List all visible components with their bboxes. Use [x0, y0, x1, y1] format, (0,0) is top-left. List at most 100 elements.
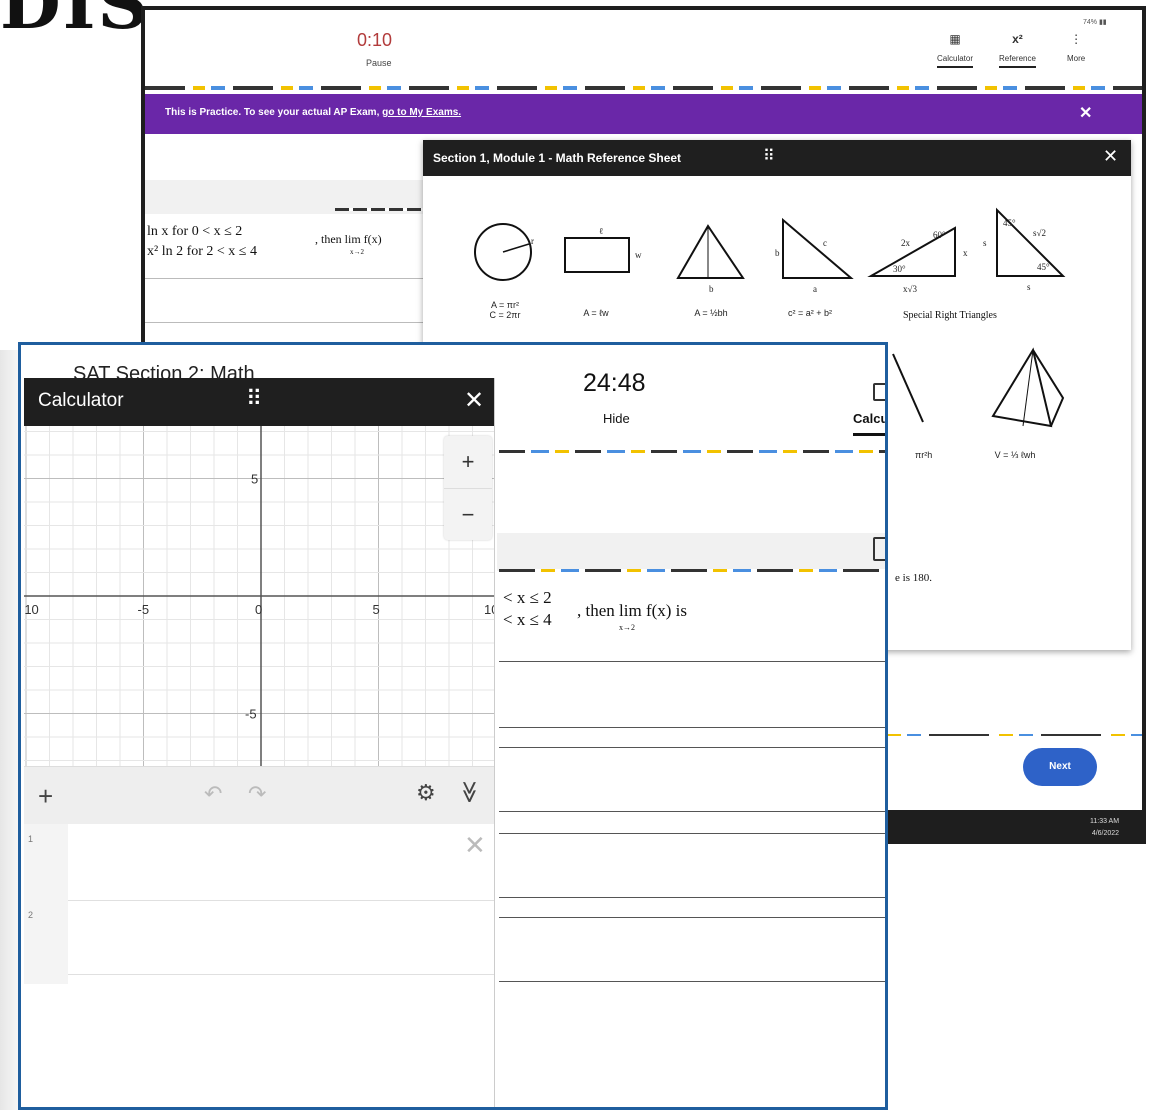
x-tick-label: 0 [255, 602, 262, 617]
pause-button[interactable]: Pause [366, 58, 392, 68]
answer-choice-line[interactable] [499, 811, 885, 812]
tool-label: More [1067, 54, 1086, 63]
progress-dashes [145, 86, 1142, 90]
tool-label: Calculator [937, 54, 974, 63]
answer-choice-line[interactable] [499, 897, 885, 898]
x-tick-label: 5 [373, 602, 380, 617]
reference-close-icon[interactable]: ✕ [1103, 146, 1118, 167]
x-tick-label: -5 [138, 602, 150, 617]
answer-choice-line[interactable] [499, 727, 885, 728]
back-more-tool[interactable]: ⋮ More [1067, 32, 1085, 63]
battery-indicator: 74% ▮▮ [1083, 19, 1107, 26]
svg-text:45°: 45° [1003, 218, 1016, 228]
svg-text:b: b [709, 284, 714, 294]
svg-text:30°: 30° [893, 264, 906, 274]
back-function-text: ln x for 0 < x ≤ 2 x² ln 2 for 2 < x ≤ 4 [147, 224, 257, 259]
delete-expression-icon[interactable]: ✕ [464, 830, 486, 861]
circle-circumference-formula: C = 2πr [489, 310, 521, 320]
front-timer: 24:48 [583, 369, 646, 397]
svg-text:s√2: s√2 [1033, 228, 1046, 238]
answer-choice-line[interactable] [499, 833, 885, 834]
pyramid-figure [991, 347, 1053, 428]
svg-text:x: x [963, 248, 968, 258]
svg-text:ℓ: ℓ [599, 226, 603, 236]
rectangle-figure [564, 237, 630, 273]
expression-list: 1 2 ✕ [24, 824, 494, 1107]
back-calculator-tool[interactable]: ▦ Calculator [937, 32, 974, 68]
rectangle-area-formula: A = ℓw [583, 308, 609, 318]
tool-label: Reference [999, 54, 1036, 63]
question-header-bar [497, 533, 885, 571]
expression-input[interactable] [68, 901, 494, 973]
svg-text:s: s [1027, 282, 1031, 292]
back-limit-text: , then lim f(x) [315, 232, 382, 246]
svg-text:c: c [823, 238, 827, 248]
answer-choice-line[interactable] [499, 981, 885, 982]
reference-note-text: e is 180. [895, 572, 932, 584]
my-exams-link[interactable]: go to My Exams. [382, 107, 461, 118]
limit-text: , then lim f(x) is [577, 601, 688, 620]
x-tick-label: -10 [24, 602, 39, 617]
answer-choice-line[interactable] [499, 917, 885, 918]
answer-choice-line[interactable] [499, 747, 885, 748]
svg-text:r: r [531, 236, 534, 246]
progress-dashes [499, 450, 885, 453]
svg-text:x√3: x√3 [903, 284, 917, 294]
settings-gear-icon[interactable]: ⚙ [416, 780, 436, 806]
question-expression: < x ≤ 2 < x ≤ 4 [503, 588, 552, 629]
cone-volume-formula: πr²h [915, 450, 933, 460]
graph-canvas[interactable]: -10 -5 0 5 10 5 -5 + − [24, 426, 494, 766]
pythagorean-formula: c² = a² + b² [787, 308, 832, 318]
next-button[interactable]: Next [1023, 748, 1097, 786]
expression-toolbar: + ↶ ↷ ⚙ ≫ [24, 766, 494, 825]
svg-text:2x: 2x [901, 238, 911, 248]
hide-timer-button[interactable]: Hide [603, 411, 630, 426]
zoom-out-button[interactable]: − [444, 488, 492, 541]
svg-text:60°: 60° [933, 230, 946, 240]
redo-icon[interactable]: ↷ [248, 781, 266, 807]
expression-input[interactable] [68, 824, 448, 900]
back-reference-tool[interactable]: x² Reference [999, 32, 1036, 68]
reference-sheet-title: Section 1, Module 1 - Math Reference She… [433, 151, 682, 165]
front-exam-window: SAT Section 2: Math 24:48 Hide Calcu < x… [18, 342, 888, 1110]
pyramid-volume-formula: V = ⅓ ℓwh [994, 450, 1036, 460]
more-icon: ⋮ [1070, 32, 1083, 46]
x-tick-label: 10 [484, 602, 494, 617]
drag-handle-icon[interactable]: ⠿ [763, 146, 775, 166]
expression-row-number: 1 [28, 834, 34, 844]
zoom-in-button[interactable]: + [444, 436, 492, 488]
answer-choice-line[interactable] [499, 661, 885, 662]
y-tick-label: 5 [251, 472, 258, 487]
bookmark-icon[interactable] [873, 537, 885, 561]
svg-text:s: s [983, 238, 987, 248]
svg-text:w: w [635, 250, 642, 260]
graphing-calculator: Calculator ⠿ ✕ -10 -5 0 5 10 5 -5 + − + ↶ ↷ ⚙ … [24, 378, 495, 1107]
zoom-controls: + − [444, 436, 492, 540]
y-tick-label: -5 [245, 707, 257, 722]
calculator-close-icon[interactable]: ✕ [464, 386, 484, 415]
calculator-header[interactable]: Calculator ⠿ ✕ [24, 378, 494, 426]
svg-text:45°: 45° [1037, 262, 1050, 272]
special-right-triangles-label: Special Right Triangles [903, 310, 997, 321]
drag-handle-icon[interactable]: ⠿ [246, 386, 262, 412]
cone-figure [892, 353, 924, 423]
background-heading: DIS [0, 0, 150, 45]
graph-grid: -10 -5 0 5 10 5 -5 [24, 426, 494, 766]
circle-area-formula: A = πr² [491, 300, 519, 310]
right-triangle-figure [782, 217, 854, 279]
add-expression-button[interactable]: + [38, 781, 53, 812]
expression-row-number: 2 [28, 910, 34, 920]
calculator-icon[interactable] [873, 383, 885, 401]
system-clock: 11:33 AM 4/6/2022 [1090, 818, 1120, 837]
calculator-tab[interactable]: Calcu [853, 411, 885, 426]
svg-text:a: a [813, 284, 817, 294]
back-timer: 0:10 [357, 30, 393, 50]
banner-text: This is Practice. To see your actual AP … [165, 107, 462, 118]
undo-icon[interactable]: ↶ [204, 781, 222, 807]
triangle-figure [676, 224, 745, 279]
collapse-chevron-icon[interactable]: ≫ [457, 780, 483, 803]
svg-text:b: b [775, 248, 780, 258]
reference-sheet-header[interactable]: Section 1, Module 1 - Math Reference She… [423, 140, 1131, 176]
triangle-area-formula: A = ½bh [694, 308, 728, 318]
banner-close-icon[interactable]: ✕ [1079, 103, 1092, 123]
